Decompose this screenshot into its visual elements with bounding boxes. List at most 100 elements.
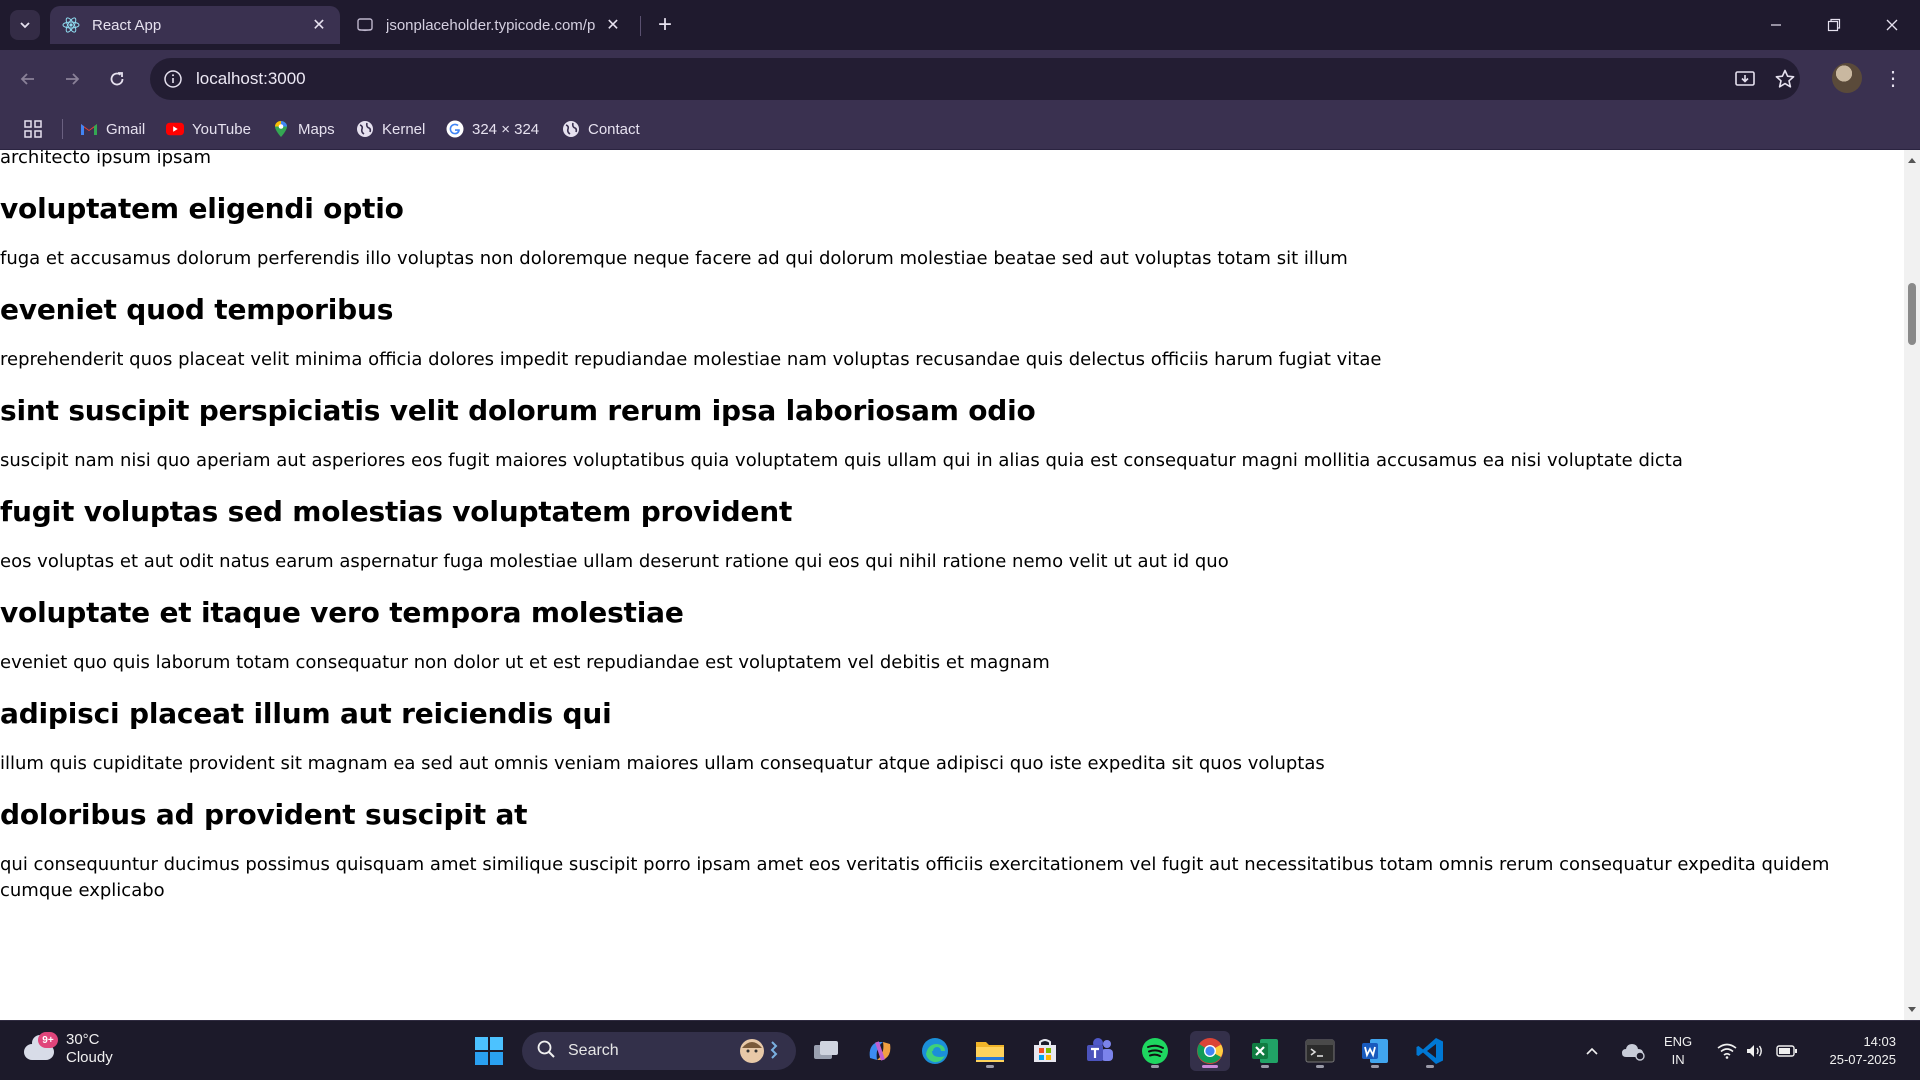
google-icon <box>446 120 464 138</box>
post-title: voluptate et itaque vero tempora molesti… <box>0 596 684 629</box>
onedrive-icon[interactable] <box>1618 1031 1650 1071</box>
address-bar[interactable]: localhost:3000 <box>150 58 1800 100</box>
back-button[interactable] <box>12 63 44 95</box>
bookmark-label: Maps <box>298 120 335 138</box>
running-indicator <box>1316 1065 1324 1068</box>
apps-grid-icon <box>24 120 42 138</box>
info-icon[interactable] <box>162 68 184 90</box>
arrow-right-icon <box>66 73 80 85</box>
scroll-down-arrow[interactable] <box>1904 1002 1920 1018</box>
word-icon[interactable] <box>1355 1031 1395 1071</box>
scroll-up-arrow[interactable] <box>1904 152 1920 168</box>
running-indicator <box>1426 1065 1434 1068</box>
post-item: voluptatem eligendi optio fuga et accusa… <box>0 191 1880 272</box>
search-label: Search <box>568 1042 619 1059</box>
post-body: suscipit nam nisi quo aperiam aut asperi… <box>0 450 1683 471</box>
post-body: fuga et accusamus dolorum perferendis il… <box>0 248 1348 269</box>
install-icon <box>1735 71 1755 86</box>
start-button[interactable] <box>469 1031 509 1071</box>
forward-button[interactable] <box>56 63 88 95</box>
install-app-button[interactable] <box>1730 64 1760 94</box>
tab-jsonplaceholder[interactable]: jsonplaceholder.typicode.com/p ✕ <box>344 6 634 44</box>
post-body: eos voluptas et aut odit natus earum asp… <box>0 551 1229 572</box>
tab-title: jsonplaceholder.typicode.com/p <box>386 16 596 34</box>
bookmark-label: Contact <box>588 120 640 138</box>
chrome-icon[interactable] <box>1190 1031 1230 1071</box>
bookmark-gmail[interactable]: Gmail <box>80 116 145 142</box>
file-explorer-icon[interactable] <box>970 1031 1010 1071</box>
post-item: doloribus ad provident suscipit at qui c… <box>0 797 1880 904</box>
url-text[interactable]: localhost:3000 <box>196 69 306 89</box>
cloud-icon: 9+ <box>22 1032 58 1064</box>
post-item: voluptate et itaque vero tempora molesti… <box>0 595 1880 676</box>
reload-button[interactable] <box>101 63 133 95</box>
bookmark-kernel[interactable]: Kernel <box>356 116 425 142</box>
more-menu-button[interactable]: ⋮ <box>1878 63 1908 93</box>
maps-icon <box>272 120 290 138</box>
close-window-button[interactable] <box>1864 0 1920 50</box>
bookmarks-separator <box>62 119 63 139</box>
post-title: fugit voluptas sed molestias voluptatem … <box>0 495 793 528</box>
posts-list: architecto ipsum ipsam voluptatem eligen… <box>0 150 1880 904</box>
react-icon <box>62 16 80 34</box>
page-scrollbar[interactable] <box>1904 150 1920 1020</box>
tab-search-button[interactable] <box>10 10 40 40</box>
excel-icon[interactable] <box>1245 1031 1285 1071</box>
globe-icon <box>356 120 374 138</box>
running-indicator <box>1151 1065 1159 1068</box>
star-icon <box>1775 69 1795 88</box>
post-body: illum quis cupiditate provident sit magn… <box>0 753 1325 774</box>
post-title: doloribus ad provident suscipit at <box>0 798 528 831</box>
post-body: eveniet quo quis laborum totam consequat… <box>0 652 1050 673</box>
volume-icon[interactable] <box>1742 1031 1768 1071</box>
post-item: adipisci placeat illum aut reiciendis qu… <box>0 696 1880 777</box>
vscode-icon[interactable] <box>1410 1031 1450 1071</box>
bookmarks-bar: Gmail YouTube Maps Kernel 324 × 324 Cont… <box>0 108 1920 150</box>
weather-widget[interactable]: 9+ 30°C Cloudy <box>22 1031 113 1067</box>
bookmark-maps[interactable]: Maps <box>272 116 335 142</box>
teams-icon[interactable] <box>1080 1031 1120 1071</box>
browser-toolbar: localhost:3000 <box>0 50 1920 108</box>
running-indicator <box>1371 1065 1379 1068</box>
bookmark-label: Gmail <box>106 120 146 138</box>
lang-region: IN <box>1671 1052 1685 1067</box>
profile-avatar[interactable] <box>1832 63 1862 93</box>
scrollbar-thumb[interactable] <box>1908 283 1916 345</box>
terminal-icon[interactable] <box>1300 1031 1340 1071</box>
show-hidden-icons-button[interactable] <box>1580 1031 1604 1071</box>
post-item: fugit voluptas sed molestias voluptatem … <box>0 494 1880 575</box>
weather-condition: Cloudy <box>66 1049 113 1066</box>
taskbar-search[interactable]: Search <box>522 1032 796 1070</box>
gmail-icon <box>80 120 98 138</box>
task-view-icon[interactable] <box>806 1031 846 1071</box>
system-clock[interactable]: 14:03 25-07-2025 <box>1818 1033 1897 1069</box>
copilot-icon[interactable] <box>860 1031 900 1071</box>
wifi-icon[interactable] <box>1714 1031 1740 1071</box>
edge-icon[interactable] <box>915 1031 955 1071</box>
new-tab-button[interactable]: + <box>650 10 680 40</box>
battery-icon[interactable] <box>1772 1031 1802 1071</box>
bookmark-star-button[interactable] <box>1770 64 1800 94</box>
apps-button[interactable] <box>20 116 46 142</box>
clock-time: 14:03 <box>1863 1034 1896 1049</box>
minimize-button[interactable] <box>1748 0 1804 50</box>
close-icon[interactable]: ✕ <box>306 12 332 38</box>
tab-react-app[interactable]: React App ✕ <box>50 6 340 44</box>
search-highlight-icon <box>736 1036 786 1066</box>
bookmark-label: Kernel <box>382 120 426 138</box>
language-indicator[interactable]: ENG IN <box>1664 1033 1692 1069</box>
close-icon[interactable]: ✕ <box>600 12 626 38</box>
restore-button[interactable] <box>1806 0 1862 50</box>
reload-icon <box>110 72 124 86</box>
bookmark-google-324[interactable]: 324 × 324 <box>446 116 539 142</box>
globe-icon <box>562 120 580 138</box>
post-title: voluptatem eligendi optio <box>0 192 404 225</box>
tab-separator <box>640 16 641 36</box>
store-icon[interactable] <box>1025 1031 1065 1071</box>
post-item: eveniet quod temporibus reprehenderit qu… <box>0 292 1880 373</box>
bookmark-youtube[interactable]: YouTube <box>166 116 251 142</box>
post-title: eveniet quod temporibus <box>0 293 394 326</box>
bookmark-contact[interactable]: Contact <box>562 116 640 142</box>
spotify-icon[interactable] <box>1135 1031 1175 1071</box>
taskbar: 9+ 30°C Cloudy Search ENG IN 14:03 25-07… <box>0 1020 1920 1080</box>
